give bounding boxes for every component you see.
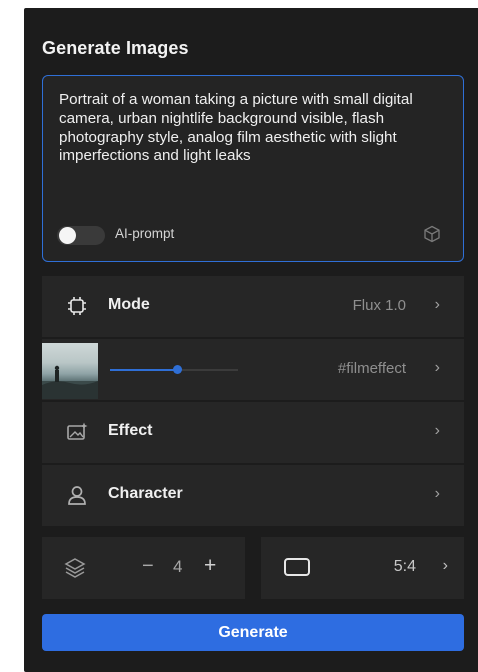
cube-icon[interactable] [423,225,441,243]
chip-icon [68,297,86,315]
decrement-button[interactable]: − [142,555,154,578]
effect-row[interactable]: Effect › [42,402,464,463]
chevron-right-icon: › [434,422,440,439]
chevron-right-icon: › [434,296,440,313]
effect-label: Effect [108,422,153,439]
character-label: Character [108,485,183,502]
mode-label: Mode [108,296,150,313]
ai-prompt-label: AI-prompt [115,226,175,241]
thumbnail-image [42,365,98,399]
user-icon [68,486,86,505]
panel-title: Generate Images [42,38,189,58]
prompt-input[interactable]: Portrait of a woman taking a picture wit… [42,75,464,262]
style-thumbnail[interactable] [42,343,98,399]
character-row[interactable]: Character › [42,465,464,526]
rectangle-icon [284,558,310,576]
chevron-right-icon: › [434,485,440,502]
slider-handle[interactable] [172,365,182,374]
mode-row[interactable]: Mode Flux 1.0 › [42,276,464,337]
aspect-ratio-selector[interactable]: 5:4 › [261,537,464,599]
style-value: #filmeffect [337,360,406,377]
prompt-text[interactable]: Portrait of a woman taking a picture wit… [59,91,451,166]
mode-value: Flux 1.0 [352,297,406,314]
ai-prompt-toggle[interactable] [57,226,105,245]
increment-button[interactable]: + [204,554,216,578]
generate-panel: Generate Images Portrait of a woman taki… [24,8,478,672]
image-count-stepper: − 4 + [42,537,245,599]
aspect-ratio-value: 5:4 [393,558,416,575]
style-row[interactable]: #filmeffect › [42,339,464,400]
style-strength-slider[interactable] [110,365,238,374]
generate-button[interactable]: Generate [42,614,464,651]
toggle-knob [59,227,76,244]
image-count-value: 4 [173,557,183,576]
slider-fill [110,369,177,371]
chevron-right-icon: › [442,557,448,574]
image-sparkle-icon [67,422,88,440]
layers-icon [64,558,86,578]
chevron-right-icon: › [434,359,440,376]
